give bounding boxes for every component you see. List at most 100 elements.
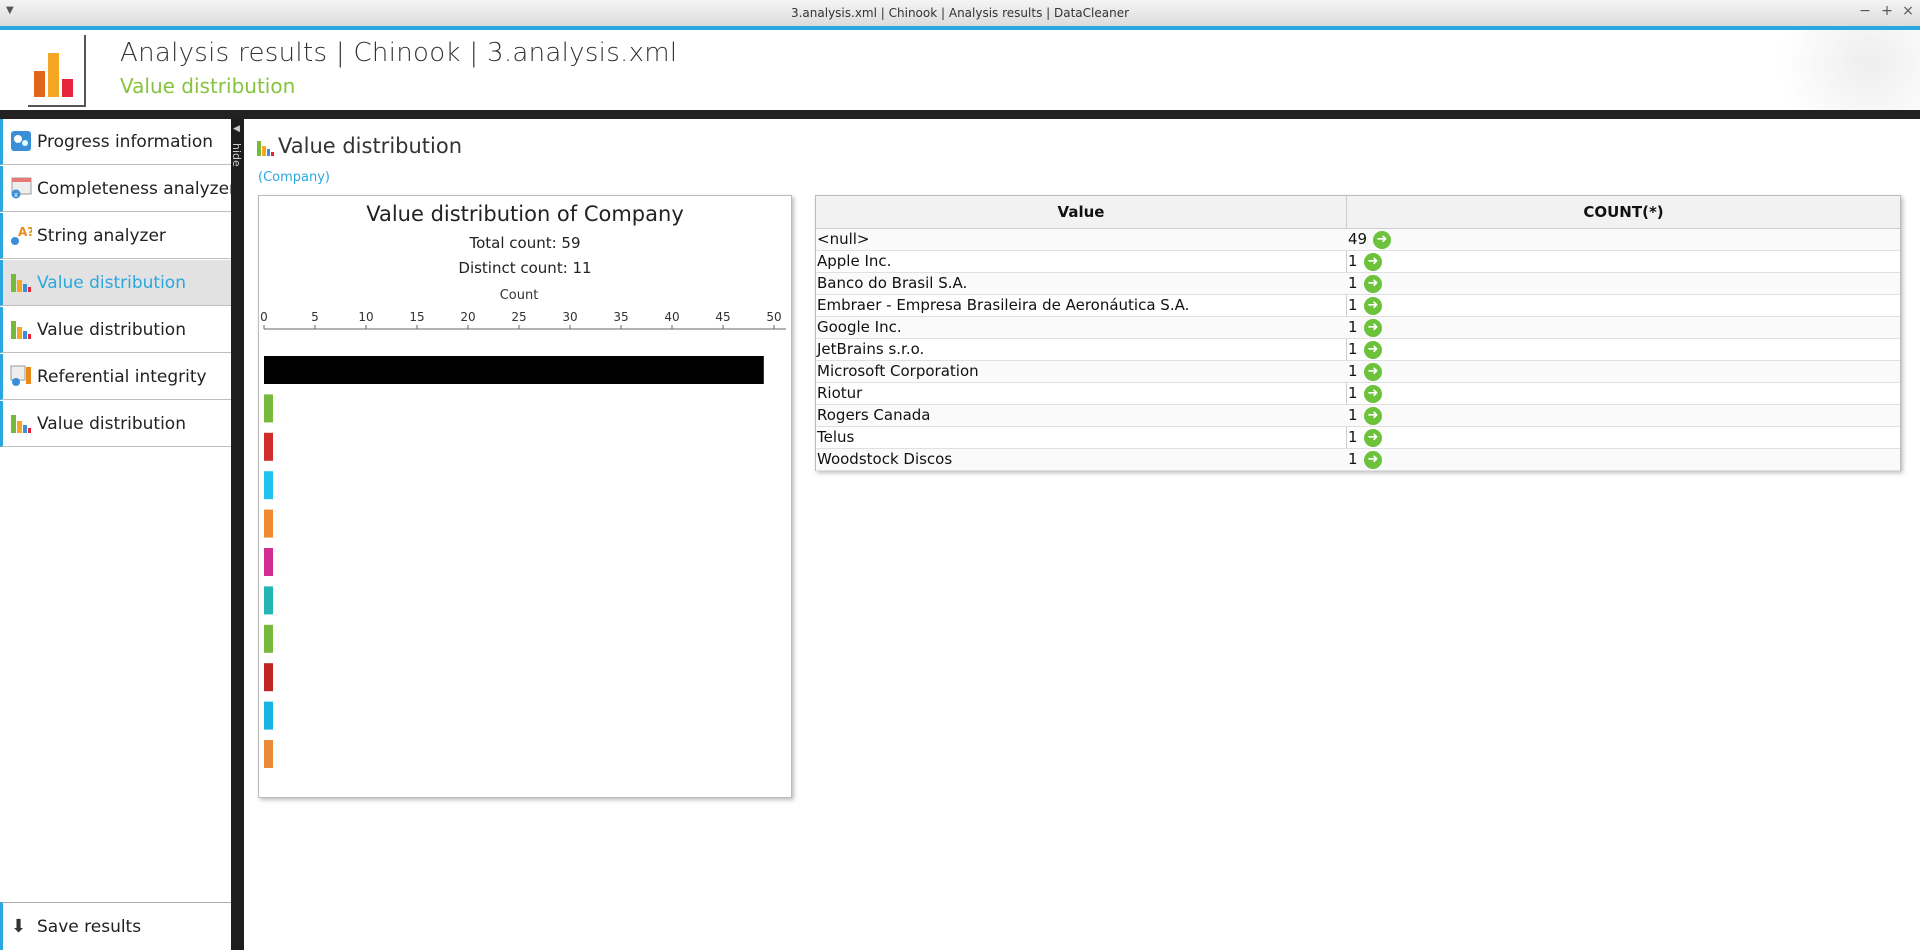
value-distribution-icon [257, 141, 274, 156]
cell-value: Telus [817, 428, 855, 446]
drill-down-arrow-icon[interactable]: ➜ [1364, 275, 1382, 293]
save-results-button[interactable]: ⬇ Save results [0, 902, 231, 950]
table-row: Riotur 1 ➜ [816, 383, 1900, 405]
drill-down-arrow-icon[interactable]: ➜ [1364, 407, 1382, 425]
drill-down-arrow-icon[interactable]: ➜ [1364, 319, 1382, 337]
x-axis-label: Count [500, 288, 539, 303]
table-row: Banco do Brasil S.A. 1 ➜ [816, 273, 1900, 295]
minimize-button[interactable]: − [1856, 3, 1874, 19]
drill-down-arrow-icon[interactable]: ➜ [1364, 429, 1382, 447]
download-icon: ⬇ [11, 916, 27, 937]
cell-value: Woodstock Discos [817, 450, 953, 468]
sidebar-item-label: Progress information [37, 132, 214, 152]
header-watermark [1750, 30, 1920, 110]
page-title: Analysis results | Chinook | 3.analysis.… [120, 38, 678, 68]
drill-down-arrow-icon[interactable]: ➜ [1364, 297, 1382, 315]
bar[interactable] [264, 356, 764, 384]
value-distribution-icon [11, 415, 31, 433]
x-tick-label: 25 [511, 310, 526, 324]
sidebar-item-string-analyzer[interactable]: A? String analyzer [0, 213, 231, 259]
bar[interactable] [264, 624, 273, 653]
cell-value: <null> [817, 230, 870, 248]
x-tick-label: 20 [460, 310, 475, 324]
bar[interactable] [264, 432, 273, 461]
bar[interactable] [264, 701, 273, 730]
table-row: <null> 49 ➜ [816, 229, 1900, 251]
table-row: Embraer - Empresa Brasileira de Aeronáut… [816, 295, 1900, 317]
datacleaner-logo [28, 35, 86, 107]
cell-value: Rogers Canada [817, 406, 931, 424]
sidebar-item-completeness-analyzer[interactable]: x Completeness analyzer [0, 166, 236, 212]
progress-icon [11, 131, 31, 151]
bar[interactable] [264, 394, 273, 423]
save-results-label: Save results [37, 917, 142, 937]
cell-count: 1 [1348, 428, 1358, 446]
table-row: Google Inc. 1 ➜ [816, 317, 1900, 339]
bar[interactable] [264, 663, 273, 692]
bar[interactable] [264, 586, 273, 615]
bar-chart: Count 0 5 10 15 20 25 30 35 40 45 50 [260, 288, 786, 768]
cell-value: Riotur [817, 384, 863, 402]
hide-sidebar-toggle[interactable]: ◀ hide [230, 119, 244, 950]
sidebar-item-label: String analyzer [37, 226, 166, 246]
chart-panel: Value distribution of Company Total coun… [258, 195, 792, 798]
completeness-icon: x [11, 177, 32, 199]
drill-down-arrow-icon[interactable]: ➜ [1364, 385, 1382, 403]
cell-count: 1 [1348, 274, 1358, 292]
window-titlebar: ▼ 3.analysis.xml | Chinook | Analysis re… [0, 0, 1920, 27]
cell-value: JetBrains s.r.o. [817, 340, 925, 358]
maximize-button[interactable]: + [1878, 3, 1896, 19]
table-row: Woodstock Discos 1 ➜ [816, 449, 1900, 471]
svg-text:x: x [14, 191, 18, 199]
x-tick-label: 45 [715, 310, 730, 324]
sidebar-item-value-distribution-2[interactable]: Value distribution [0, 307, 231, 353]
sidebar-item-value-distribution-1[interactable]: Value distribution [0, 260, 231, 306]
drill-down-arrow-icon[interactable]: ➜ [1364, 451, 1382, 469]
x-tick-label: 10 [358, 310, 373, 324]
drill-down-arrow-icon[interactable]: ➜ [1373, 231, 1391, 249]
table-row: Microsoft Corporation 1 ➜ [816, 361, 1900, 383]
column-header-count[interactable]: COUNT(*) [1347, 196, 1900, 229]
sidebar-item-label: Referential integrity [37, 367, 207, 387]
referential-integrity-icon [10, 365, 31, 386]
window-title: 3.analysis.xml | Chinook | Analysis resu… [790, 6, 1130, 20]
cell-count: 49 [1348, 230, 1368, 248]
sidebar-item-label: Value distribution [37, 414, 186, 434]
sidebar: Progress information x Completeness anal… [0, 119, 236, 950]
drill-down-arrow-icon[interactable]: ➜ [1364, 363, 1382, 381]
svg-text:A?: A? [18, 225, 32, 239]
x-tick-label: 30 [562, 310, 577, 324]
sidebar-item-progress-information[interactable]: Progress information [0, 119, 231, 165]
table-row: Telus 1 ➜ [816, 427, 1900, 449]
cell-value: Microsoft Corporation [817, 362, 979, 380]
sidebar-item-label: Value distribution [37, 320, 186, 340]
cell-value: Google Inc. [817, 318, 902, 336]
header-divider [0, 110, 1920, 119]
sidebar-item-label: Completeness analyzer [37, 179, 237, 199]
x-tick-label: 5 [311, 310, 319, 324]
x-tick-label: 35 [613, 310, 628, 324]
bar[interactable] [264, 509, 273, 538]
section-title: Value distribution [278, 134, 463, 158]
sidebar-item-value-distribution-3[interactable]: Value distribution [0, 401, 231, 447]
drill-down-arrow-icon[interactable]: ➜ [1364, 253, 1382, 271]
x-tick-label: 0 [260, 310, 268, 324]
bar[interactable] [264, 471, 273, 500]
hide-label: hide [230, 143, 243, 167]
cell-count: 1 [1348, 318, 1358, 336]
close-button[interactable]: × [1899, 3, 1917, 19]
sidebar-item-referential-integrity[interactable]: Referential integrity [0, 354, 231, 400]
table-row: Rogers Canada 1 ➜ [816, 405, 1900, 427]
x-tick-label: 40 [664, 310, 679, 324]
cell-count: 1 [1348, 296, 1358, 314]
header: Analysis results | Chinook | 3.analysis.… [0, 30, 1920, 110]
column-header-value[interactable]: Value [816, 196, 1346, 229]
page-subtitle: Value distribution [120, 74, 296, 98]
drill-down-arrow-icon[interactable]: ➜ [1364, 341, 1382, 359]
sidebar-item-label: Value distribution [37, 273, 186, 293]
cell-count: 1 [1348, 340, 1358, 358]
cell-value: Embraer - Empresa Brasileira de Aeronáut… [817, 296, 1190, 314]
cell-count: 1 [1348, 406, 1358, 424]
bar[interactable] [264, 740, 273, 768]
bar[interactable] [264, 548, 273, 576]
